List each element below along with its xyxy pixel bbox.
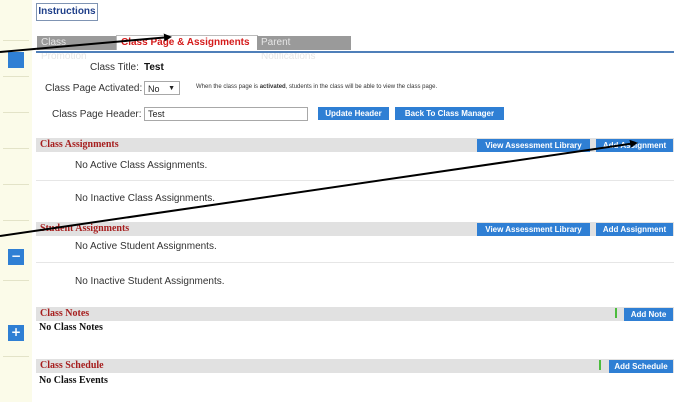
arrow-to-tab	[0, 33, 172, 53]
arrow-to-add-assignment	[0, 139, 638, 237]
annotation-arrows	[0, 33, 638, 237]
